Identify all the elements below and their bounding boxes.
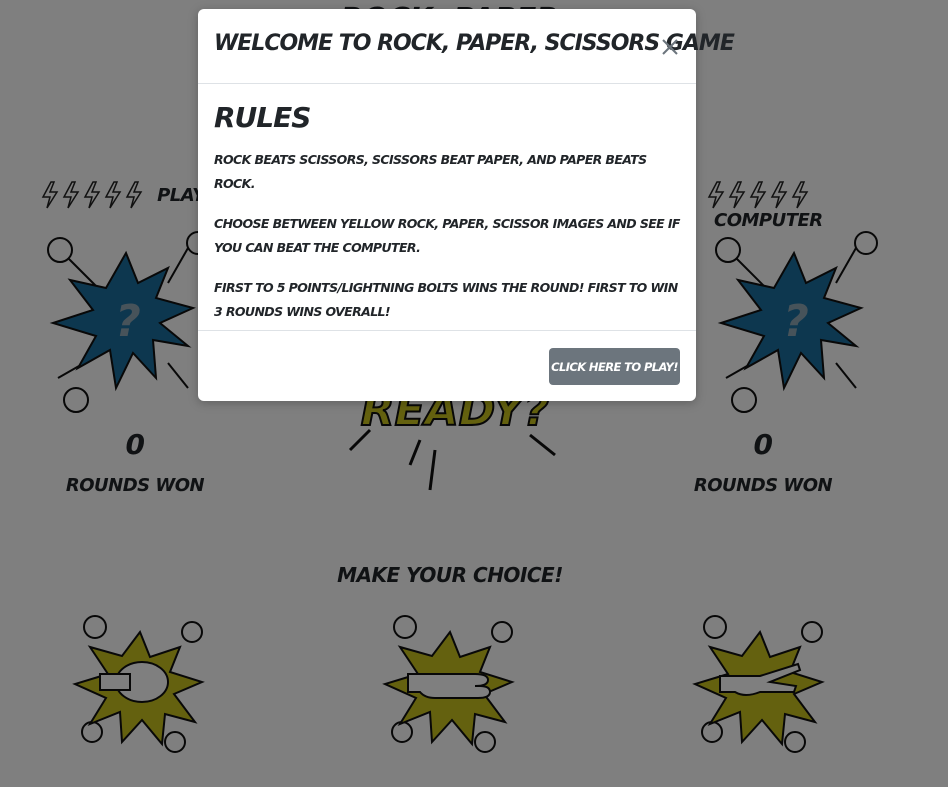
modal-body: Rules Rock beats scissors, scissors beat… (214, 101, 680, 340)
close-button[interactable] (656, 33, 684, 61)
rule-text: Rock beats scissors, scissors beat paper… (214, 152, 647, 191)
close-icon (662, 39, 678, 55)
rules-heading: Rules (214, 101, 311, 134)
modal-footer: Click here to play! (198, 330, 696, 401)
modal-title: Welcome to Rock, Paper, Scissors Game (214, 31, 735, 56)
rule-text: Choose between yellow rock, paper, sciss… (214, 216, 680, 255)
rule-text: First to 5 points/lightning bolts wins t… (214, 280, 678, 319)
play-button[interactable]: Click here to play! (549, 348, 680, 385)
modal-header: Welcome to Rock, Paper, Scissors Game (198, 9, 735, 84)
welcome-modal: Welcome to Rock, Paper, Scissors Game Ru… (198, 9, 735, 401)
